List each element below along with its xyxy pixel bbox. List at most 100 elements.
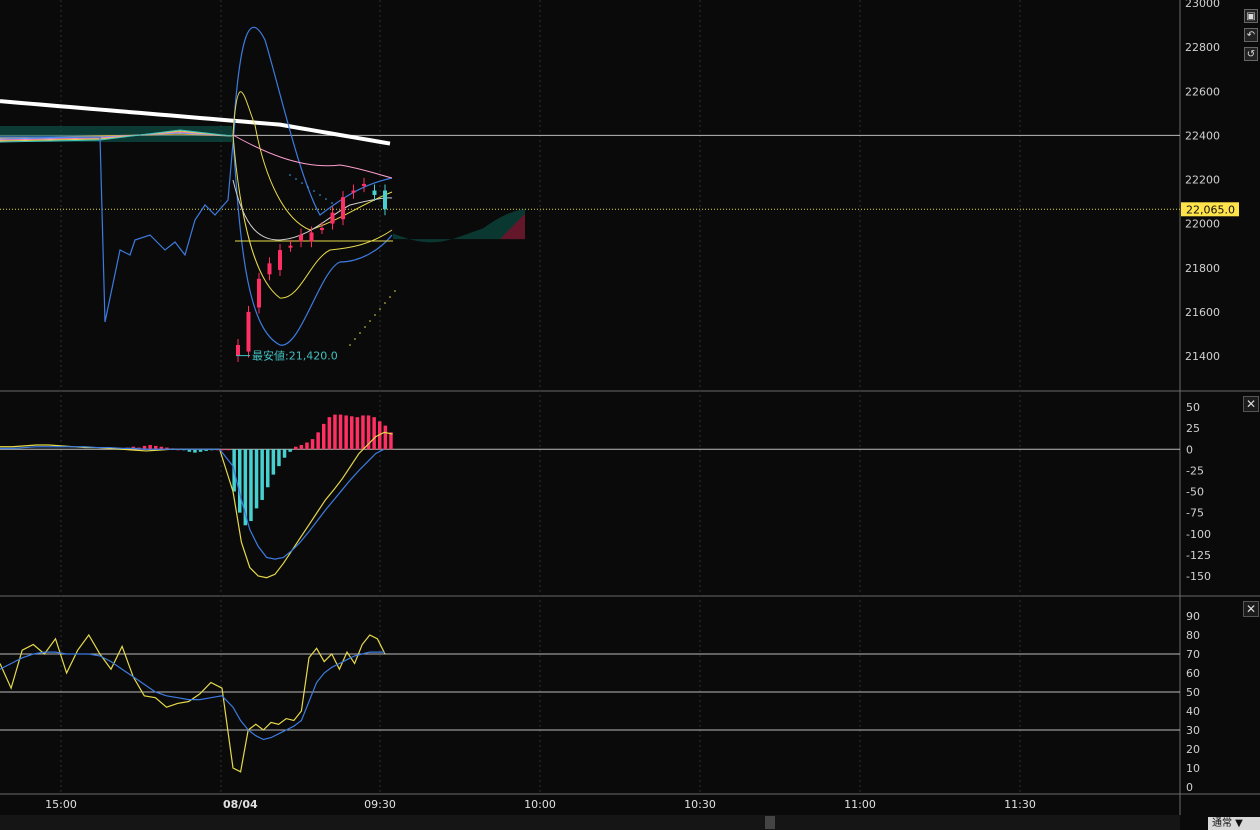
time-label: 09:30 [364, 798, 396, 811]
close-macd-pane-button[interactable]: ✕ [1243, 396, 1259, 412]
forecast-dot [384, 302, 386, 304]
price-tick-label: 22000 [1185, 218, 1220, 231]
price-tick-label: 22800 [1185, 41, 1220, 54]
rsi-tick-label: 10 [1186, 762, 1200, 775]
forecast-dot [325, 198, 327, 200]
candle-body [351, 190, 356, 193]
price-tick-label: 22600 [1185, 85, 1220, 98]
forecast-dot [364, 326, 366, 328]
time-label: 08/04 [223, 798, 258, 811]
candle-body [383, 190, 387, 210]
price-tick-label: 22200 [1185, 174, 1220, 187]
rsi-tick-label: 40 [1186, 705, 1200, 718]
lower-band-yellow [232, 134, 393, 299]
forecast-dot [389, 296, 391, 298]
macd-histogram-bar [282, 449, 287, 458]
rsi-tick-label: 70 [1186, 648, 1200, 661]
candle-body [330, 212, 335, 224]
macd-histogram-bar [389, 432, 393, 450]
rsi-tick-label: 60 [1186, 667, 1200, 680]
forecast-dot [374, 314, 376, 316]
candle-body [372, 190, 377, 195]
rsi-tick-label: 20 [1186, 743, 1200, 756]
price-tick-label: 23000 [1185, 0, 1220, 10]
macd-histogram-bar [350, 416, 354, 450]
macd-histogram-bar [310, 439, 315, 450]
macd-tick-label: -25 [1186, 464, 1204, 477]
price-tick-label: 21600 [1185, 306, 1220, 319]
forecast-dot [307, 186, 309, 188]
candle-body [236, 344, 240, 356]
time-label: 15:00 [45, 798, 77, 811]
time-label: 10:00 [524, 798, 556, 811]
chart-canvas[interactable]: 23000 22800 22600 22400 22200 22000 21800 21600… [0, 0, 1260, 830]
scroll-thumb[interactable] [765, 816, 775, 829]
rsi-line [0, 633, 386, 773]
candle-body [362, 183, 366, 187]
forecast-dot [295, 178, 297, 180]
macd-histogram-bar [238, 449, 242, 513]
candle-body [309, 232, 314, 242]
macd-tick-label: -100 [1186, 528, 1211, 541]
candle-body [257, 278, 261, 308]
macd-histogram-bar [226, 449, 231, 451]
candle-body [299, 234, 303, 242]
forecast-dot [289, 174, 291, 176]
rsi-tick-label: 30 [1186, 724, 1200, 737]
blue-price-line [0, 119, 236, 323]
forecast-dot [331, 202, 333, 204]
rsi-tick-label: 50 [1186, 686, 1200, 699]
macd-histogram-bar [333, 414, 337, 450]
price-tick-label: 21800 [1185, 262, 1220, 275]
price-tick-label: 21400 [1185, 350, 1220, 363]
horizontal-scrollbar[interactable] [0, 815, 1180, 830]
macd-histogram-bar [305, 442, 309, 450]
rsi-ma-line [0, 651, 385, 741]
forecast-dot [394, 290, 396, 292]
macd-histogram-bar [148, 445, 152, 450]
macd-signal-line [0, 446, 385, 560]
forecast-dot [369, 320, 371, 322]
price-lock-icon[interactable]: ▣ [1244, 9, 1258, 23]
macd-histogram-bar [355, 417, 360, 450]
forecast-dot [359, 332, 361, 334]
forecast-dot [379, 308, 381, 310]
forecast-dot [354, 338, 356, 340]
candle-body [320, 228, 324, 231]
candle-body [267, 263, 272, 275]
macd-histogram-bar [254, 449, 259, 509]
macd-tick-label: -125 [1186, 549, 1211, 562]
time-label: 11:30 [1004, 798, 1036, 811]
macd-histogram-bar [260, 449, 264, 500]
macd-histogram-bar [299, 445, 304, 450]
rsi-tick-label: 90 [1186, 610, 1200, 623]
macd-histogram-bar [294, 446, 298, 450]
mode-select[interactable]: 通常 ▼ [1208, 817, 1260, 830]
forecast-dot [313, 190, 315, 192]
macd-histogram-bar [322, 423, 326, 450]
macd-tick-label: 50 [1186, 401, 1200, 414]
candle-body [278, 250, 282, 270]
macd-tick-label: -75 [1186, 507, 1204, 520]
candle-body [341, 197, 345, 220]
macd-line [0, 431, 393, 579]
close-rsi-pane-button[interactable]: ✕ [1243, 601, 1259, 617]
reset-icon[interactable]: ↺ [1244, 47, 1258, 61]
forecast-dot [349, 344, 351, 346]
macd-histogram-bar [316, 432, 320, 450]
low-annotation: 最安値:21,420.0 [252, 349, 338, 363]
macd-histogram-bar [361, 415, 365, 450]
forecast-dot [319, 194, 321, 196]
macd-histogram-bar [338, 414, 343, 450]
candle-body [246, 311, 251, 352]
macd-histogram-bar [288, 449, 292, 452]
macd-histogram-bar [344, 415, 348, 450]
price-tick-label: 22400 [1185, 129, 1220, 142]
macd-tick-label: 0 [1186, 443, 1193, 456]
macd-histogram-bar [221, 449, 225, 451]
current-price-label: 22,065.0 [1186, 203, 1235, 216]
macd-histogram-bar [277, 449, 281, 467]
undo-icon[interactable]: ↶ [1244, 28, 1258, 42]
macd-histogram-bar [383, 425, 388, 450]
time-label: 10:30 [684, 798, 716, 811]
